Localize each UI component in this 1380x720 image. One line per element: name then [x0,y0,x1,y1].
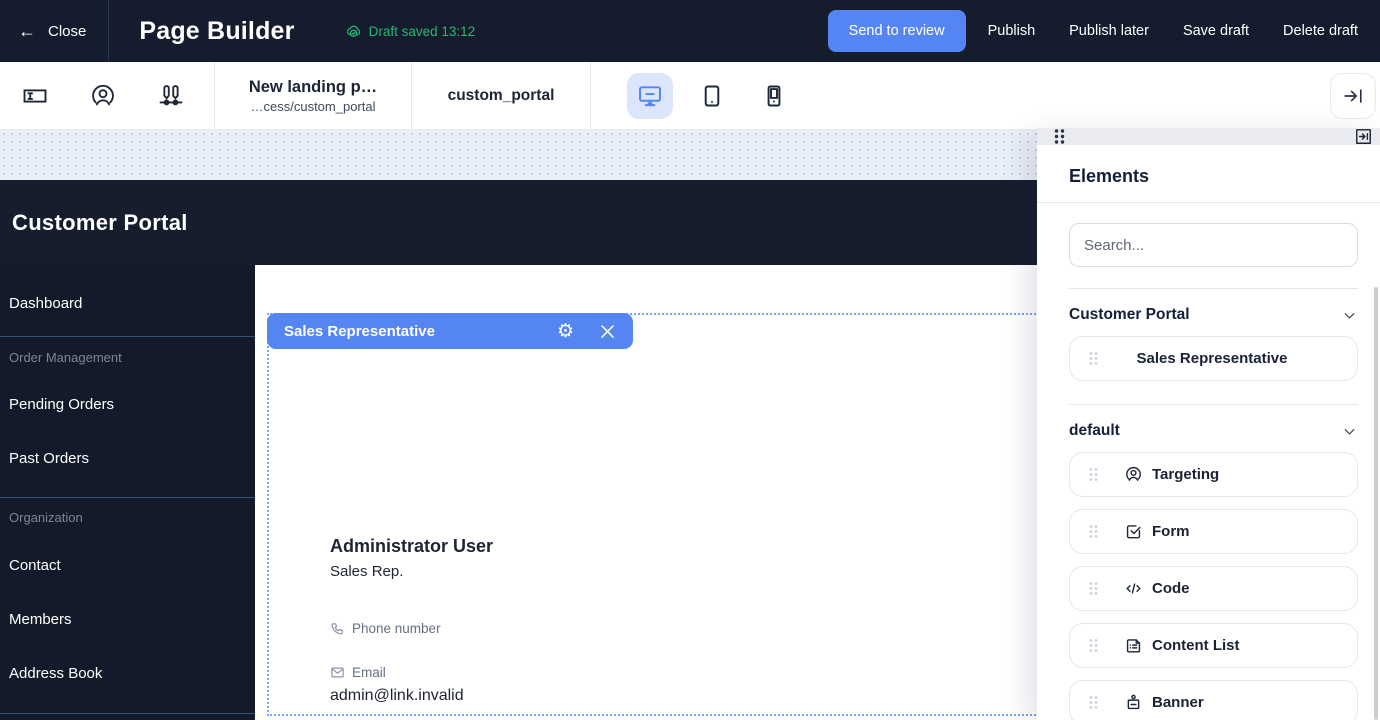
section-default[interactable]: default [1069,418,1358,444]
mobile-preview-button[interactable] [751,73,797,119]
publish-button[interactable]: Publish [976,10,1048,52]
builder-toolbar: New landing p… …cess/custom_portal custo… [0,62,1380,130]
desktop-icon [637,83,663,109]
site-header-title: Customer Portal [0,210,188,236]
panel-title: Elements [1037,145,1380,202]
phone-label: Phone number [352,621,441,636]
element-settings-gear-icon[interactable]: ⚙ [557,322,574,341]
tablet-icon [699,83,725,109]
publish-later-button[interactable]: Publish later [1057,10,1161,52]
chevron-down-icon[interactable] [1341,307,1358,324]
elements-panel: Elements Customer Portal Sales Represent… [1037,128,1380,720]
panel-divider [1069,288,1358,289]
drag-handle-icon[interactable] [1088,351,1099,366]
selected-element-label-bar[interactable]: Sales Representative ⚙ [267,313,633,349]
sidebar-section-order-management: Order Management [8,350,247,365]
cloud-check-icon [345,23,362,40]
chevron-down-icon[interactable] [1341,423,1358,440]
email-icon [330,665,345,680]
element-item-banner[interactable]: Banner [1069,680,1358,720]
send-to-review-button[interactable]: Send to review [828,10,966,52]
sidebar-divider [0,336,255,337]
waypoints-tool-icon[interactable] [156,81,186,111]
site-sidebar: Dashboard Order Management Pending Order… [0,265,255,720]
draft-status: Draft saved 13:12 [345,23,476,40]
close-label: Close [48,23,86,40]
element-deselect-close-icon[interactable] [598,322,617,341]
sidebar-item-contact[interactable]: Contact [8,557,247,574]
panel-divider [1069,404,1358,405]
sidebar-item-members[interactable]: Members [8,611,247,628]
drag-handle-icon[interactable] [1088,638,1099,653]
element-item-code[interactable]: Code [1069,566,1358,611]
form-icon [1124,522,1143,541]
mobile-icon [761,83,787,109]
email-label: Email [352,665,386,680]
save-draft-button[interactable]: Save draft [1171,10,1261,52]
section-customer-portal[interactable]: Customer Portal [1069,302,1358,328]
targeting-icon [1124,465,1143,484]
desktop-preview-button[interactable] [627,73,673,119]
sidebar-item-address-book[interactable]: Address Book [8,665,247,682]
user-circle-tool-icon[interactable] [88,81,118,111]
code-icon [1124,579,1143,598]
page-name: New landing p… [249,78,377,97]
page-selector[interactable]: New landing p… …cess/custom_portal [215,62,411,129]
sidebar-section-organization: Organization [8,510,247,525]
sidebar-divider [0,713,255,714]
panel-collapse-icon[interactable] [1355,128,1372,145]
sidebar-item-past-orders[interactable]: Past Orders [8,450,247,467]
topbar: ← Close Page Builder Draft saved 13:12 S… [0,0,1380,62]
arrow-to-bar-icon [1342,85,1364,107]
sidebar-item-pending-orders[interactable]: Pending Orders [8,396,247,413]
selected-element-name: Sales Representative [267,323,557,340]
banner-icon [1124,693,1143,712]
collapse-panel-button[interactable] [1330,73,1376,119]
text-field-tool-icon[interactable] [20,81,50,111]
panel-drag-strip[interactable] [1037,128,1380,145]
panel-scroll-area: Customer Portal Sales Representative def… [1037,203,1380,720]
drag-handle-icon[interactable] [1088,695,1099,710]
drag-handle-icon[interactable] [1053,128,1066,145]
content-list-icon [1124,636,1143,655]
element-item-content-list[interactable]: Content List [1069,623,1358,668]
drag-handle-icon[interactable] [1088,467,1099,482]
app-title: Page Builder [139,17,294,46]
element-item-form[interactable]: Form [1069,509,1358,554]
tablet-preview-button[interactable] [689,73,735,119]
sidebar-item-dashboard[interactable]: Dashboard [8,295,247,312]
close-button[interactable]: ← Close [0,0,109,62]
draft-status-text: Draft saved 13:12 [369,24,476,39]
delete-draft-button[interactable]: Delete draft [1271,10,1370,52]
panel-scrollbar[interactable] [1374,287,1378,720]
arrow-left-icon: ← [18,22,36,40]
drag-handle-icon[interactable] [1088,524,1099,539]
page-path: …cess/custom_portal [251,99,376,114]
element-item-targeting[interactable]: Targeting [1069,452,1358,497]
toolbar-icon-group [0,62,214,129]
sidebar-divider [0,497,255,498]
phone-icon [330,621,345,636]
search-input[interactable] [1069,223,1358,267]
tab-custom-portal[interactable]: custom_portal [412,62,590,129]
drag-handle-icon[interactable] [1088,581,1099,596]
element-item-sales-representative[interactable]: Sales Representative [1069,336,1358,381]
device-preview-switch [591,62,797,129]
topbar-actions: Send to review Publish Publish later Sav… [828,10,1380,52]
